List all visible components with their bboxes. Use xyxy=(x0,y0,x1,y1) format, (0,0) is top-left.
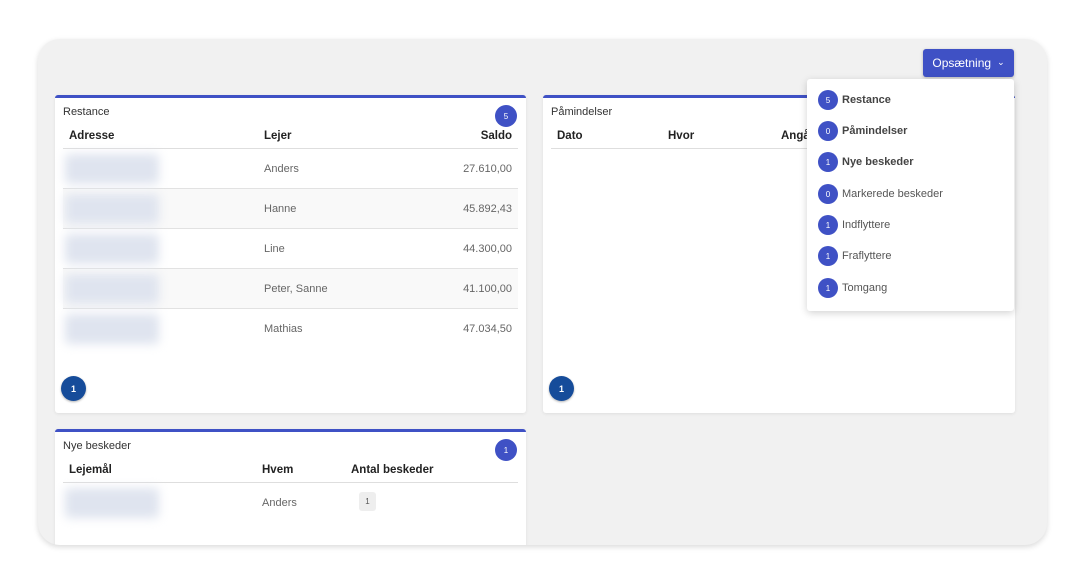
table-row[interactable]: Mathias 47.034,50 xyxy=(63,309,518,349)
dropdown-item-label: Indflyttere xyxy=(842,219,891,231)
column-header-address: Adresse xyxy=(69,130,115,142)
dropdown-item-vacancy[interactable]: 1 Tomgang xyxy=(818,277,887,299)
restance-table-header: Adresse Lejer Saldo xyxy=(63,127,518,149)
redacted-address xyxy=(65,274,159,304)
balance-cell: 44.300,00 xyxy=(463,243,512,255)
count-badge: 1 xyxy=(818,246,838,266)
column-header-balance: Saldo xyxy=(480,130,512,142)
dropdown-item-move-ins[interactable]: 1 Indflyttere xyxy=(818,214,890,236)
setup-button-label: Opsætning xyxy=(932,56,992,70)
dropdown-item-label: Markerede beskeder xyxy=(842,188,943,200)
dashboard-frame: Opsætning ⌄ Restance 5 Adresse Lejer Sal… xyxy=(38,39,1047,545)
dropdown-item-move-outs[interactable]: 1 Fraflyttere xyxy=(818,245,892,267)
table-row[interactable]: Hanne 45.892,43 xyxy=(63,189,518,229)
tenant-cell: Line xyxy=(264,243,285,255)
balance-cell: 41.100,00 xyxy=(463,283,512,295)
dropdown-item-restance[interactable]: 5 Restance xyxy=(818,89,891,111)
count-badge: 0 xyxy=(818,184,838,204)
redacted-lease xyxy=(65,488,159,518)
column-header-who: Hvem xyxy=(262,464,294,476)
message-count-badge: 1 xyxy=(359,492,376,511)
column-header-lease: Lejemål xyxy=(69,464,112,476)
redacted-address xyxy=(65,234,159,264)
count-badge: 0 xyxy=(818,121,838,141)
dropdown-item-label: Nye beskeder xyxy=(842,156,914,168)
tenant-cell: Mathias xyxy=(264,323,303,335)
dropdown-item-label: Tomgang xyxy=(842,282,888,294)
setup-dropdown-button[interactable]: Opsætning ⌄ xyxy=(923,49,1014,77)
balance-cell: 27.610,00 xyxy=(463,163,512,175)
restance-count-badge: 5 xyxy=(495,105,517,127)
table-row[interactable]: Line 44.300,00 xyxy=(63,229,518,269)
column-header-message-count: Antal beskeder xyxy=(351,464,434,476)
table-row[interactable]: Anders 1 xyxy=(63,483,518,523)
dropdown-item-new-messages[interactable]: 1 Nye beskeder xyxy=(818,151,914,173)
balance-cell: 47.034,50 xyxy=(463,323,512,335)
tenant-cell: Anders xyxy=(264,163,299,175)
dropdown-item-reminders[interactable]: 0 Påmindelser xyxy=(818,120,907,142)
pagination-page-button[interactable]: 1 xyxy=(61,376,86,401)
column-header-where: Hvor xyxy=(668,130,695,142)
messages-table-header: Lejemål Hvem Antal beskeder xyxy=(63,461,518,483)
dropdown-item-marked-messages[interactable]: 0 Markerede beskeder xyxy=(818,183,943,205)
tenant-cell: Hanne xyxy=(264,203,297,215)
restance-card-title: Restance xyxy=(63,106,110,118)
chevron-down-icon: ⌄ xyxy=(997,56,1005,67)
messages-card-title: Nye beskeder xyxy=(63,440,131,452)
pagination-page-button[interactable]: 1 xyxy=(549,376,574,401)
messages-count-badge: 1 xyxy=(495,439,517,461)
table-row[interactable]: Anders 27.610,00 xyxy=(63,149,518,189)
count-badge: 5 xyxy=(818,90,838,110)
dropdown-item-label: Restance xyxy=(842,94,891,106)
setup-dropdown-menu: 5 Restance 0 Påmindelser 1 Nye beskeder … xyxy=(807,79,1014,311)
redacted-address xyxy=(65,194,159,224)
redacted-address xyxy=(65,314,159,344)
tenant-cell: Peter, Sanne xyxy=(264,283,328,295)
count-badge: 1 xyxy=(818,152,838,172)
dropdown-item-label: Påmindelser xyxy=(842,125,908,137)
column-header-date: Dato xyxy=(557,130,583,142)
redacted-address xyxy=(65,154,159,184)
dropdown-item-label: Fraflyttere xyxy=(842,250,892,262)
column-header-concerning: Angå xyxy=(781,130,810,142)
restance-card: Restance 5 Adresse Lejer Saldo Anders 27… xyxy=(55,95,526,413)
reminders-card-title: Påmindelser xyxy=(551,106,613,118)
count-badge: 1 xyxy=(818,215,838,235)
table-row[interactable]: Peter, Sanne 41.100,00 xyxy=(63,269,518,309)
column-header-tenant: Lejer xyxy=(264,130,292,142)
messages-card: Nye beskeder 1 Lejemål Hvem Antal besked… xyxy=(55,429,526,545)
balance-cell: 45.892,43 xyxy=(463,203,512,215)
count-badge: 1 xyxy=(818,278,838,298)
who-cell: Anders xyxy=(262,497,297,509)
